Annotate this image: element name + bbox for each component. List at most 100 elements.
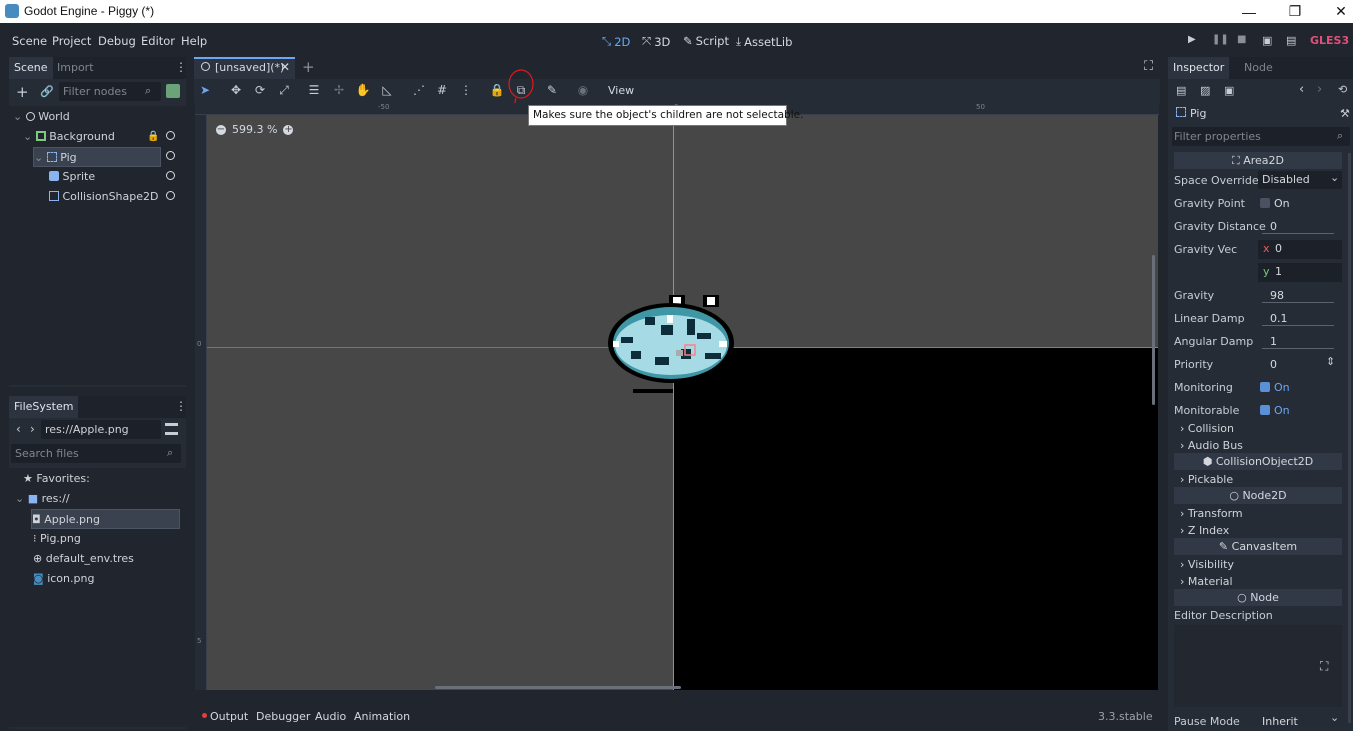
new-tab-icon[interactable]: + [302, 58, 315, 76]
linear-damp-slider[interactable] [1262, 325, 1334, 326]
search-files-input[interactable]: Search files ⌕ [11, 444, 181, 463]
group-material[interactable]: › Material [1180, 575, 1233, 588]
menu-debug[interactable]: Debug [98, 34, 136, 48]
menu-help[interactable]: Help [181, 34, 207, 48]
lock-icon[interactable]: 🔒 [147, 127, 159, 147]
res-folder-row[interactable]: ⌄ ■ res:// [15, 489, 70, 509]
file-row-apple[interactable]: ◘ Apple.png [31, 509, 180, 529]
visibility-eye-icon[interactable] [166, 131, 175, 140]
rotate-mode-icon[interactable]: ⟳ [252, 82, 268, 98]
expand-icon[interactable]: ⛶ [1320, 659, 1328, 674]
menu-project[interactable]: Project [52, 34, 91, 48]
pig-sprite[interactable] [601, 293, 741, 393]
inspector-scrollbar[interactable] [1348, 153, 1351, 723]
filter-nodes-input[interactable]: Filter nodes ⌕ [59, 82, 161, 101]
zoom-out-icon[interactable]: − [216, 124, 226, 135]
renderer-selector[interactable]: GLES3 [1310, 34, 1349, 47]
ruler-mode-icon[interactable]: ◺ [379, 82, 395, 98]
group-visibility[interactable]: › Visibility [1180, 558, 1234, 571]
grid-snap-icon[interactable]: # [434, 82, 450, 98]
tab-node[interactable]: Node [1239, 57, 1278, 79]
group-collision[interactable]: › Collision [1180, 422, 1234, 435]
spinner-icon[interactable]: ⇕ [1326, 355, 1335, 368]
file-row-icon[interactable]: ◙ icon.png [33, 569, 94, 589]
filter-properties-input[interactable]: Filter properties ⌕ [1172, 127, 1350, 146]
visibility-eye-icon[interactable] [166, 171, 175, 180]
dock-menu-icon[interactable]: ⋮ [175, 399, 187, 413]
new-resource-icon[interactable]: ▤ [1176, 84, 1186, 97]
skeleton-options-icon[interactable]: ✎ [544, 82, 560, 98]
angular-damp-slider[interactable] [1262, 348, 1334, 349]
workspace-2d-button[interactable]: ⤡ 2D [602, 34, 630, 49]
scene-tab-unsaved[interactable]: [unsaved](*) ✕ [194, 57, 295, 79]
tree-node-collisionshape2d[interactable]: CollisionShape2D [49, 187, 169, 207]
add-node-icon[interactable]: + [16, 83, 29, 101]
visibility-eye-icon[interactable] [166, 191, 175, 200]
favorites-row[interactable]: ★ Favorites: [23, 469, 90, 489]
visibility-eye-icon[interactable] [166, 151, 175, 160]
gravity-vec-x-field[interactable]: x 0 [1258, 240, 1342, 259]
tab-debugger[interactable]: Debugger [256, 710, 310, 723]
tab-import[interactable]: Import [52, 57, 99, 79]
pause-icon[interactable]: ❚❚ [1212, 34, 1229, 45]
menu-editor[interactable]: Editor [141, 34, 175, 48]
tab-animation[interactable]: Animation [354, 710, 410, 723]
select-mode-icon[interactable]: ➤ [197, 82, 213, 98]
monitorable-checkbox[interactable]: On [1260, 404, 1290, 417]
close-tab-icon[interactable]: ✕ [280, 60, 290, 74]
play-icon[interactable]: ▶ [1188, 34, 1196, 45]
split-mode-icon[interactable] [165, 423, 178, 435]
filesystem-path-input[interactable]: res://Apple.png [41, 420, 161, 439]
zoom-in-icon[interactable]: + [283, 124, 294, 135]
tree-node-sprite[interactable]: Sprite [49, 167, 169, 187]
workspace-3d-button[interactable]: ⤧ 3D [642, 34, 670, 49]
play-custom-scene-icon[interactable]: ▤ [1286, 34, 1296, 47]
linear-damp-value[interactable]: 0.1 [1270, 312, 1288, 325]
space-override-select[interactable]: Disabled ⌄ [1258, 171, 1342, 189]
tab-filesystem[interactable]: FileSystem [9, 396, 79, 418]
zoom-level[interactable]: 599.3 % [232, 123, 277, 136]
group-audio-bus[interactable]: › Audio Bus [1180, 439, 1243, 452]
distraction-free-icon[interactable]: ⛶ [1144, 59, 1153, 74]
tree-node-pig[interactable]: ⌄ Pig [33, 147, 161, 167]
close-button[interactable]: ✕ [1318, 0, 1353, 23]
tab-inspector[interactable]: Inspector [1168, 57, 1230, 79]
list-select-icon[interactable]: ☰ [306, 82, 322, 98]
tree-node-background[interactable]: ⌄ Background 🔒 [23, 127, 183, 147]
menu-scene[interactable]: Scene [12, 34, 47, 48]
gravity-distance-slider[interactable] [1262, 233, 1334, 234]
angular-damp-value[interactable]: 1 [1270, 335, 1277, 348]
gravity-distance-value[interactable]: 0 [1270, 220, 1277, 233]
move-mode-icon[interactable]: ✥ [228, 82, 244, 98]
gravity-point-checkbox[interactable]: On [1260, 197, 1290, 210]
minimize-button[interactable]: — [1226, 0, 1272, 23]
back-icon[interactable]: ‹ [16, 422, 21, 436]
camera-override-icon[interactable]: ◉ [575, 82, 591, 98]
priority-value[interactable]: 0 [1270, 358, 1277, 371]
history-icon[interactable]: ⟲ [1338, 83, 1347, 96]
vertical-scrollbar[interactable] [1152, 255, 1155, 405]
attach-script-icon[interactable] [166, 84, 180, 98]
smart-snap-icon[interactable]: ⋰ [411, 82, 427, 98]
open-resource-icon[interactable]: ▨ [1200, 84, 1210, 97]
workspace-assetlib-button[interactable]: ⤓ AssetLib [736, 34, 792, 49]
scale-mode-icon[interactable]: ⤢ [276, 82, 292, 98]
gravity-slider[interactable] [1262, 302, 1334, 303]
history-back-icon[interactable]: ‹ [1299, 82, 1304, 97]
gravity-vec-y-field[interactable]: y 1 [1258, 263, 1342, 282]
workspace-script-button[interactable]: ✎ Script [683, 34, 729, 48]
tab-scene[interactable]: Scene [9, 57, 53, 79]
editor-description-textarea[interactable]: ⛶ [1174, 625, 1342, 707]
pivot-mode-icon[interactable]: ✢ [331, 82, 347, 98]
history-forward-icon[interactable]: › [1317, 82, 1322, 97]
tab-audio[interactable]: Audio [315, 710, 346, 723]
tree-node-world[interactable]: ⌄ World [13, 107, 183, 127]
maximize-button[interactable]: ❐ [1272, 0, 1318, 23]
file-row-default-env[interactable]: ⊕ default_env.tres [33, 549, 134, 569]
group-pickable[interactable]: › Pickable [1180, 473, 1233, 486]
monitoring-checkbox[interactable]: On [1260, 381, 1290, 394]
gravity-value[interactable]: 98 [1270, 289, 1284, 302]
stop-icon[interactable]: ■ [1237, 34, 1246, 45]
play-scene-icon[interactable]: ▣ [1262, 34, 1272, 47]
horizontal-scrollbar[interactable] [435, 686, 681, 689]
